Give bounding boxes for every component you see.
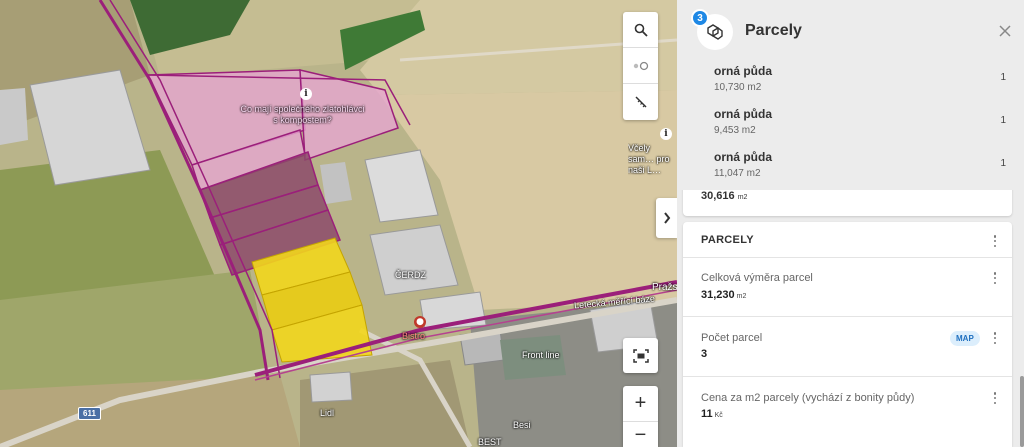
parcel-count-label: Počet parcel [701, 332, 763, 344]
search-button[interactable] [623, 12, 658, 48]
row-menu-icon[interactable] [990, 271, 1000, 285]
ruler-icon [634, 96, 647, 108]
price-per-m2-value: 11 Kč [701, 408, 723, 420]
map-label-frontline: Front line [522, 350, 560, 360]
divider [683, 316, 1012, 317]
parcel-list-item[interactable]: orná půda 9,453 m2 1 [714, 107, 1014, 136]
map-label-compost: Co mají společného zlatohlávci s kompost… [240, 104, 365, 125]
parcel-list-item[interactable]: orná půda 10,730 m2 1 [714, 64, 1014, 93]
total-area-value: 31,230 m2 [701, 289, 747, 301]
zoom-out-button[interactable]: − [623, 422, 658, 447]
map-label-bees: Včely sam… pro naši L… [628, 143, 670, 175]
parcel-area: 11,047 m2 [714, 168, 761, 179]
zoom-controls: + − [623, 386, 658, 447]
selection-count-badge: 3 [691, 9, 709, 27]
chevron-right-icon [664, 212, 671, 224]
map-label-best: BEST [478, 437, 502, 447]
divider [683, 376, 1012, 377]
parcel-count: 1 [1000, 115, 1006, 126]
parcel-count: 1 [1000, 72, 1006, 83]
search-icon [634, 23, 648, 37]
info-marker[interactable]: ● [414, 316, 426, 328]
fit-screen-button[interactable] [623, 338, 658, 373]
show-on-map-button[interactable]: MAP [950, 331, 980, 346]
zoom-in-button[interactable]: + [623, 386, 658, 422]
fit-screen-icon [632, 348, 649, 363]
total-area-label: Celková výměra parcel [701, 272, 813, 284]
map-label-prazska: Pražs [652, 282, 678, 293]
map-label-besi: Besi [513, 420, 531, 430]
row-menu-icon[interactable] [990, 331, 1000, 345]
panel-scrollbar[interactable] [1020, 376, 1024, 447]
parcel-panel: 3 Parcely orná půda 10,730 m2 1 orná půd… [677, 0, 1024, 447]
parcel-count-value: 3 [701, 348, 708, 360]
parcels-card: PARCELY Celková výměra parcel 31,230 m2 P… [683, 222, 1012, 447]
parcel-type: orná půda [714, 107, 773, 121]
parcel-area: 9,453 m2 [714, 125, 756, 136]
layer-toggle-icon [633, 61, 648, 70]
price-per-m2-label: Cena za m2 parcely (vychází z bonity půd… [701, 392, 915, 404]
panel-header: 3 Parcely orná půda 10,730 m2 1 orná půd… [677, 0, 1024, 190]
info-marker[interactable]: i [300, 88, 312, 100]
parcels-icon [707, 24, 723, 40]
parcel-count: 1 [1000, 158, 1006, 169]
panel-title: Parcely [745, 22, 802, 39]
layer-toggle-button[interactable] [623, 48, 658, 84]
parcel-type: orná půda [714, 64, 773, 78]
card-title: PARCELY [701, 234, 754, 246]
map-label-lidl: Lidl [320, 408, 335, 418]
map-label-bistro: Bistro [402, 331, 426, 341]
measure-button[interactable] [623, 84, 658, 120]
close-icon[interactable] [998, 24, 1012, 38]
map-label-cerdz: ČERDZ [395, 270, 426, 280]
road-number-badge: 611 [78, 407, 101, 420]
divider [683, 257, 1012, 258]
parcel-list-item[interactable]: orná půda 11,047 m2 1 [714, 150, 1014, 179]
collapse-panel-button[interactable] [656, 198, 678, 238]
map-toolbar [623, 12, 658, 120]
peek-value: 30,616 m2 [701, 190, 748, 202]
row-menu-icon[interactable] [990, 391, 1000, 405]
parcel-type: orná půda [714, 150, 773, 164]
parcel-area: 10,730 m2 [714, 82, 762, 93]
info-marker[interactable]: i [660, 128, 672, 140]
card-menu-icon[interactable] [990, 234, 1000, 248]
aerial-map[interactable] [0, 0, 677, 447]
